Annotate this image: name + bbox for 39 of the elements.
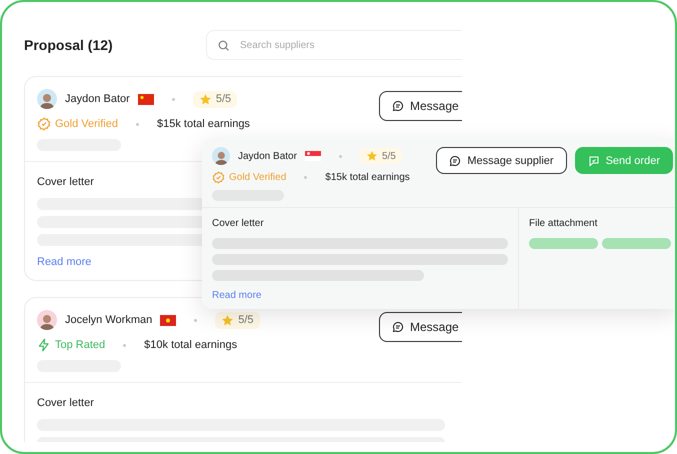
supplier-name: Jaydon Bator: [65, 93, 130, 105]
badge-label: Gold Verified: [229, 172, 286, 183]
search-icon: [217, 38, 230, 52]
message-supplier-button[interactable]: Message supplier: [436, 147, 567, 174]
flag-icon: [160, 314, 176, 326]
rating-value: 5/5: [216, 93, 232, 105]
badge-label: Top Rated: [55, 339, 106, 351]
star-icon: [198, 92, 212, 106]
verified-badge-icon: [37, 117, 51, 131]
send-icon: [588, 154, 600, 166]
section-title: Cover letter: [212, 218, 264, 229]
rating-value: 5/5: [382, 150, 396, 162]
flag-icon: [138, 94, 154, 104]
lightning-icon: [37, 338, 51, 352]
search-input[interactable]: Search suppliers: [238, 38, 452, 52]
chat-icon: [392, 321, 404, 333]
chat-icon: [449, 154, 462, 166]
verified-badge-icon: [212, 171, 225, 184]
message-button[interactable]: Message: [379, 91, 462, 121]
star-icon: [221, 314, 234, 326]
search-field[interactable]: Search suppliers: [206, 30, 462, 60]
read-more-link[interactable]: Read more: [37, 256, 92, 268]
section-title: Cover letter: [37, 176, 94, 188]
page-title: Proposal (12): [24, 37, 113, 53]
star-icon: [366, 150, 378, 162]
earnings: $15k total earnings: [325, 172, 410, 183]
rating-value: 5/5: [238, 314, 254, 326]
chat-icon: [392, 100, 404, 112]
attachment-placeholder: [529, 238, 598, 249]
earnings: $15k total earnings: [156, 118, 250, 130]
attachment-placeholder: [602, 238, 671, 249]
badge-label: Gold Verified: [55, 118, 118, 130]
supplier-name: Jocelyn Workman: [65, 314, 152, 326]
section-title: File attachment: [529, 218, 598, 229]
supplier-name: Jaydon Bator: [238, 150, 297, 162]
section-title: Cover letter: [37, 397, 94, 409]
message-button[interactable]: Message: [379, 312, 462, 342]
flag-icon: [304, 151, 321, 161]
earnings: $10k total earnings: [144, 339, 238, 351]
